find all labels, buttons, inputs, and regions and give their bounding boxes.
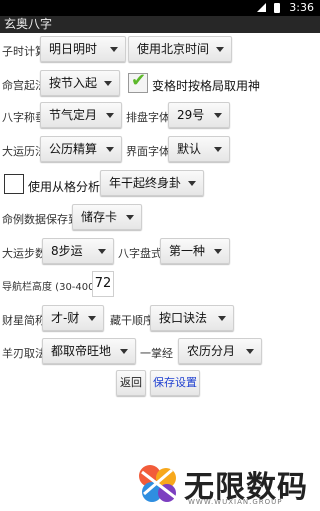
spinner-bazi-layout-value: 第一种 [169,244,206,258]
dropdown-arrow-icon [104,81,112,86]
spinner-jieqi[interactable]: 节气定月 [40,102,122,128]
spinner-dayun-calendar[interactable]: 公历精算 [40,136,122,162]
dropdown-arrow-icon [126,215,134,220]
dropdown-arrow-icon [216,47,224,52]
nav-height-input[interactable]: 72 [92,271,114,297]
spinner-zishi[interactable]: 明日明时 [40,36,126,62]
spinner-beijing-time[interactable]: 使用北京时间 [128,36,232,62]
label-yizhangjing: 一掌经 [140,347,173,360]
checkbox-yongshen[interactable]: ✔ [128,70,148,93]
spinner-minggong[interactable]: 按节入起 [40,70,120,96]
spinner-save-location-value: 储存卡 [81,210,118,224]
spinner-dayun-steps[interactable]: 8步运 [42,238,114,264]
checkbox-yongshen-label: 变格时按格局取用神 [152,79,261,93]
status-bar: 3:36 [0,0,320,16]
label-caixing: 财星简称 [2,314,46,327]
dropdown-arrow-icon [110,47,118,52]
label-save-location: 命例数据保存到 [2,213,79,226]
dropdown-arrow-icon [98,249,106,254]
spinner-jieqi-value: 节气定月 [49,108,98,122]
spinner-ui-font-value: 默认 [177,142,202,156]
label-bazi-layout: 八字盘式 [118,247,162,260]
status-time: 3:36 [289,1,314,14]
check-icon: ✔ [131,70,147,91]
save-settings-button[interactable]: 保存设置 [150,370,200,396]
dropdown-arrow-icon [188,181,196,186]
spinner-minggong-value: 按节入起 [49,76,98,90]
spinner-zhongshen-gua-value: 年干起终身卦 [109,176,182,190]
spinner-yangren[interactable]: 都取帝旺地 [42,338,136,364]
spinner-dayun-calendar-value: 公历精算 [49,142,98,156]
spinner-save-location[interactable]: 储存卡 [72,204,142,230]
label-ui-font: 界面字体 [126,145,170,158]
dropdown-arrow-icon [106,113,114,118]
spinner-canggan-order[interactable]: 按口诀法 [150,305,234,331]
spinner-ui-font[interactable]: 默认 [168,136,230,162]
spinner-yizhangjing-value: 农历分月 [187,344,236,358]
spinner-yangren-value: 都取帝旺地 [51,344,112,358]
checkbox-congge-label: 使用从格分析 [28,180,101,194]
spinner-bazi-layout[interactable]: 第一种 [160,238,230,264]
spinner-zishi-value: 明日明时 [49,42,98,56]
dropdown-arrow-icon [120,349,128,354]
checkbox-congge[interactable] [4,174,24,194]
signal-icon [257,3,266,12]
label-canggan-order: 藏干顺序 [110,314,154,327]
watermark-logo-icon [139,465,177,502]
label-dayun-steps: 大运步数 [2,247,46,260]
battery-icon [274,3,280,13]
spinner-yizhangjing[interactable]: 农历分月 [178,338,262,364]
spinner-caixing[interactable]: 才-财 [42,305,104,331]
label-yangren: 羊刃取法 [2,347,46,360]
label-paipan-font: 排盘字体 [126,111,170,124]
spinner-canggan-order-value: 按口诀法 [159,311,208,325]
watermark-subtitle: WWW.WUXIAN.GROUP [188,498,283,506]
dropdown-arrow-icon [214,147,222,152]
dropdown-arrow-icon [214,113,222,118]
spinner-dayun-steps-value: 8步运 [51,244,83,258]
spinner-paipan-font[interactable]: 29号 [168,102,230,128]
dropdown-arrow-icon [214,249,222,254]
spinner-beijing-time-value: 使用北京时间 [137,42,210,56]
dropdown-arrow-icon [106,147,114,152]
spinner-paipan-font-value: 29号 [177,108,205,122]
dropdown-arrow-icon [88,316,96,321]
spinner-zhongshen-gua[interactable]: 年干起终身卦 [100,170,204,196]
dropdown-arrow-icon [246,349,254,354]
back-button[interactable]: 返回 [116,370,146,396]
spinner-caixing-value: 才-财 [51,311,80,325]
label-nav-height: 导航栏高度 (30-400) [2,282,99,293]
app-title: 玄奥八字 [0,16,320,33]
dropdown-arrow-icon [218,316,226,321]
